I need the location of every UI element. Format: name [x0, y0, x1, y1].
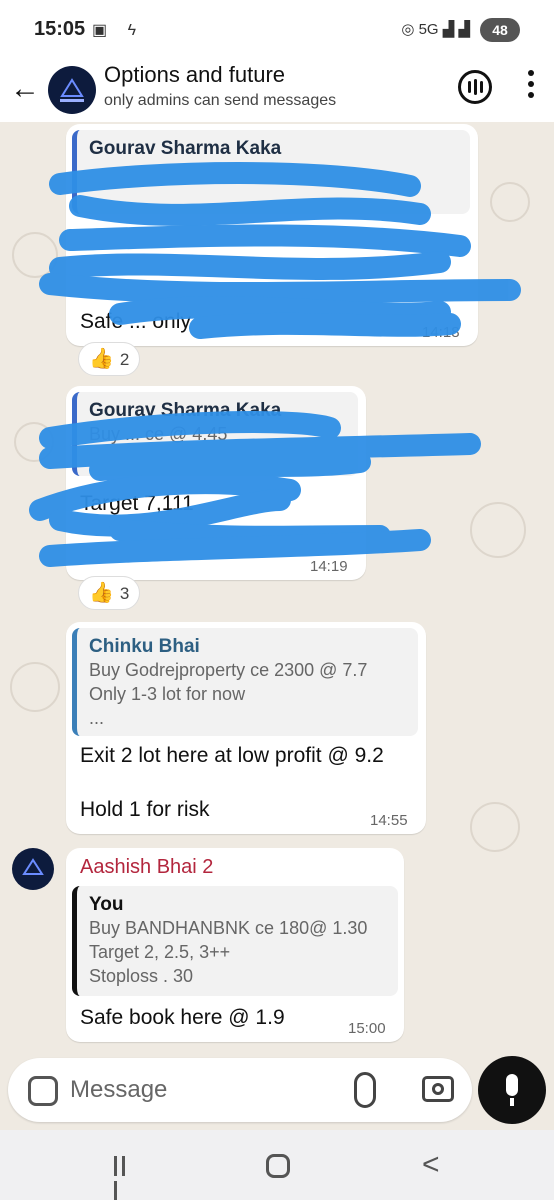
quoted-sender-name: Gourav Sharma Kaka — [89, 138, 282, 159]
quoted-text-line: Only 1-3 lot for now — [89, 684, 246, 704]
quoted-sender-name: Gourav Sharma Kaka — [89, 400, 282, 421]
quoted-message[interactable]: Gourav Sharma Kaka Buy ... ce @ 4.45 — [72, 392, 358, 476]
reaction-badge[interactable]: 👍 3 — [78, 576, 141, 610]
chat-subtitle: only admins can send messages — [104, 92, 337, 109]
quoted-message[interactable]: Chinku Bhai Buy Godrejproperty ce 2300 @… — [72, 628, 418, 736]
status-time: 15:05 — [34, 18, 86, 40]
message-text: Safe ... only — [80, 310, 191, 333]
message-text: Exit 2 lot here at low profit @ 9.2 — [80, 744, 384, 767]
quoted-text-line: ... — [89, 708, 105, 728]
quoted-text-line: Target 2, 2.5, 3++ — [89, 942, 231, 962]
message-text: Target 7,111 — [80, 492, 194, 515]
quoted-message[interactable]: You Buy BANDHANBNK ce 180@ 1.30 Target 2… — [72, 886, 398, 996]
home-icon[interactable] — [266, 1154, 290, 1178]
message-timestamp: 14:55 — [370, 812, 408, 829]
wallpaper-doodle — [470, 802, 520, 852]
mic-icon — [506, 1074, 518, 1096]
message-timestamp: 14:18 — [422, 324, 460, 341]
quoted-sender-name: Chinku Bhai — [89, 636, 200, 657]
message-text: Safe book here @ 1.9 — [80, 1006, 285, 1029]
chat-header: ← Options and future only admins can sen… — [0, 60, 554, 122]
attach-icon[interactable] — [354, 1072, 376, 1108]
wallpaper-doodle — [12, 232, 58, 278]
reaction-count: 3 — [119, 584, 130, 603]
reaction-count: 2 — [119, 350, 130, 369]
nav-back-icon[interactable]: < — [422, 1148, 440, 1182]
message-bubble[interactable]: Gourav Sharma Kaka Buy ... ce @ 4.45 Tar… — [66, 386, 366, 580]
back-arrow-icon[interactable]: ← — [10, 72, 40, 106]
wallpaper-doodle — [490, 182, 530, 222]
wallpaper-doodle — [470, 502, 526, 558]
quoted-text: Buy ... ce @ 4.45 — [89, 424, 228, 444]
more-options-icon[interactable] — [528, 70, 534, 103]
thumbs-up-icon: 👍 — [89, 348, 114, 370]
message-composer — [8, 1058, 472, 1122]
voice-chat-icon[interactable] — [458, 70, 492, 104]
status-signal-icons: ◎ 5G ▟ ▟ — [401, 21, 470, 38]
quoted-sender-name: You — [89, 894, 124, 915]
system-nav-bar: < — [0, 1130, 554, 1200]
battery-indicator: 48 — [480, 18, 520, 42]
quoted-text-line: Stoploss . 30 — [89, 966, 194, 986]
wallpaper-doodle — [10, 662, 60, 712]
group-avatar[interactable] — [48, 66, 96, 114]
message-timestamp: 15:00 — [348, 1020, 386, 1037]
message-input[interactable] — [70, 1070, 340, 1110]
quoted-text-line: Buy BANDHANBNK ce 180@ 1.30 — [89, 918, 368, 938]
message-timestamp: 14:19 — [310, 558, 348, 575]
emoji-icon[interactable] — [28, 1076, 58, 1106]
status-notification-icons: ▣ ϟ — [92, 22, 145, 39]
message-sender-name: Aashish Bhai 2 — [80, 856, 214, 878]
status-bar: 15:05 ▣ ϟ ◎ 5G ▟ ▟ 48 — [0, 0, 554, 60]
camera-icon[interactable] — [422, 1076, 454, 1102]
group-logo-icon — [60, 78, 84, 102]
message-bubble[interactable]: Aashish Bhai 2 You Buy BANDHANBNK ce 180… — [66, 848, 404, 1042]
quoted-text-line: Buy Godrejproperty ce 2300 @ 7.7 — [89, 660, 368, 680]
message-bubble[interactable]: Gourav Sharma Kaka Safe ... only 14:18 — [66, 124, 478, 346]
network-type-label: 5G — [418, 21, 439, 38]
reaction-badge[interactable]: 👍 2 — [78, 342, 141, 376]
message-bubble[interactable]: Chinku Bhai Buy Godrejproperty ce 2300 @… — [66, 622, 426, 834]
recents-icon[interactable] — [114, 1156, 136, 1200]
quoted-message[interactable]: Gourav Sharma Kaka — [72, 130, 470, 214]
sender-avatar[interactable] — [12, 848, 54, 890]
wallpaper-doodle — [14, 422, 54, 462]
sender-logo-icon — [22, 858, 44, 875]
thumbs-up-icon: 👍 — [89, 582, 114, 604]
mic-button[interactable] — [478, 1056, 546, 1124]
chat-title[interactable]: Options and future — [104, 62, 285, 88]
message-text: Hold 1 for risk — [80, 798, 210, 821]
